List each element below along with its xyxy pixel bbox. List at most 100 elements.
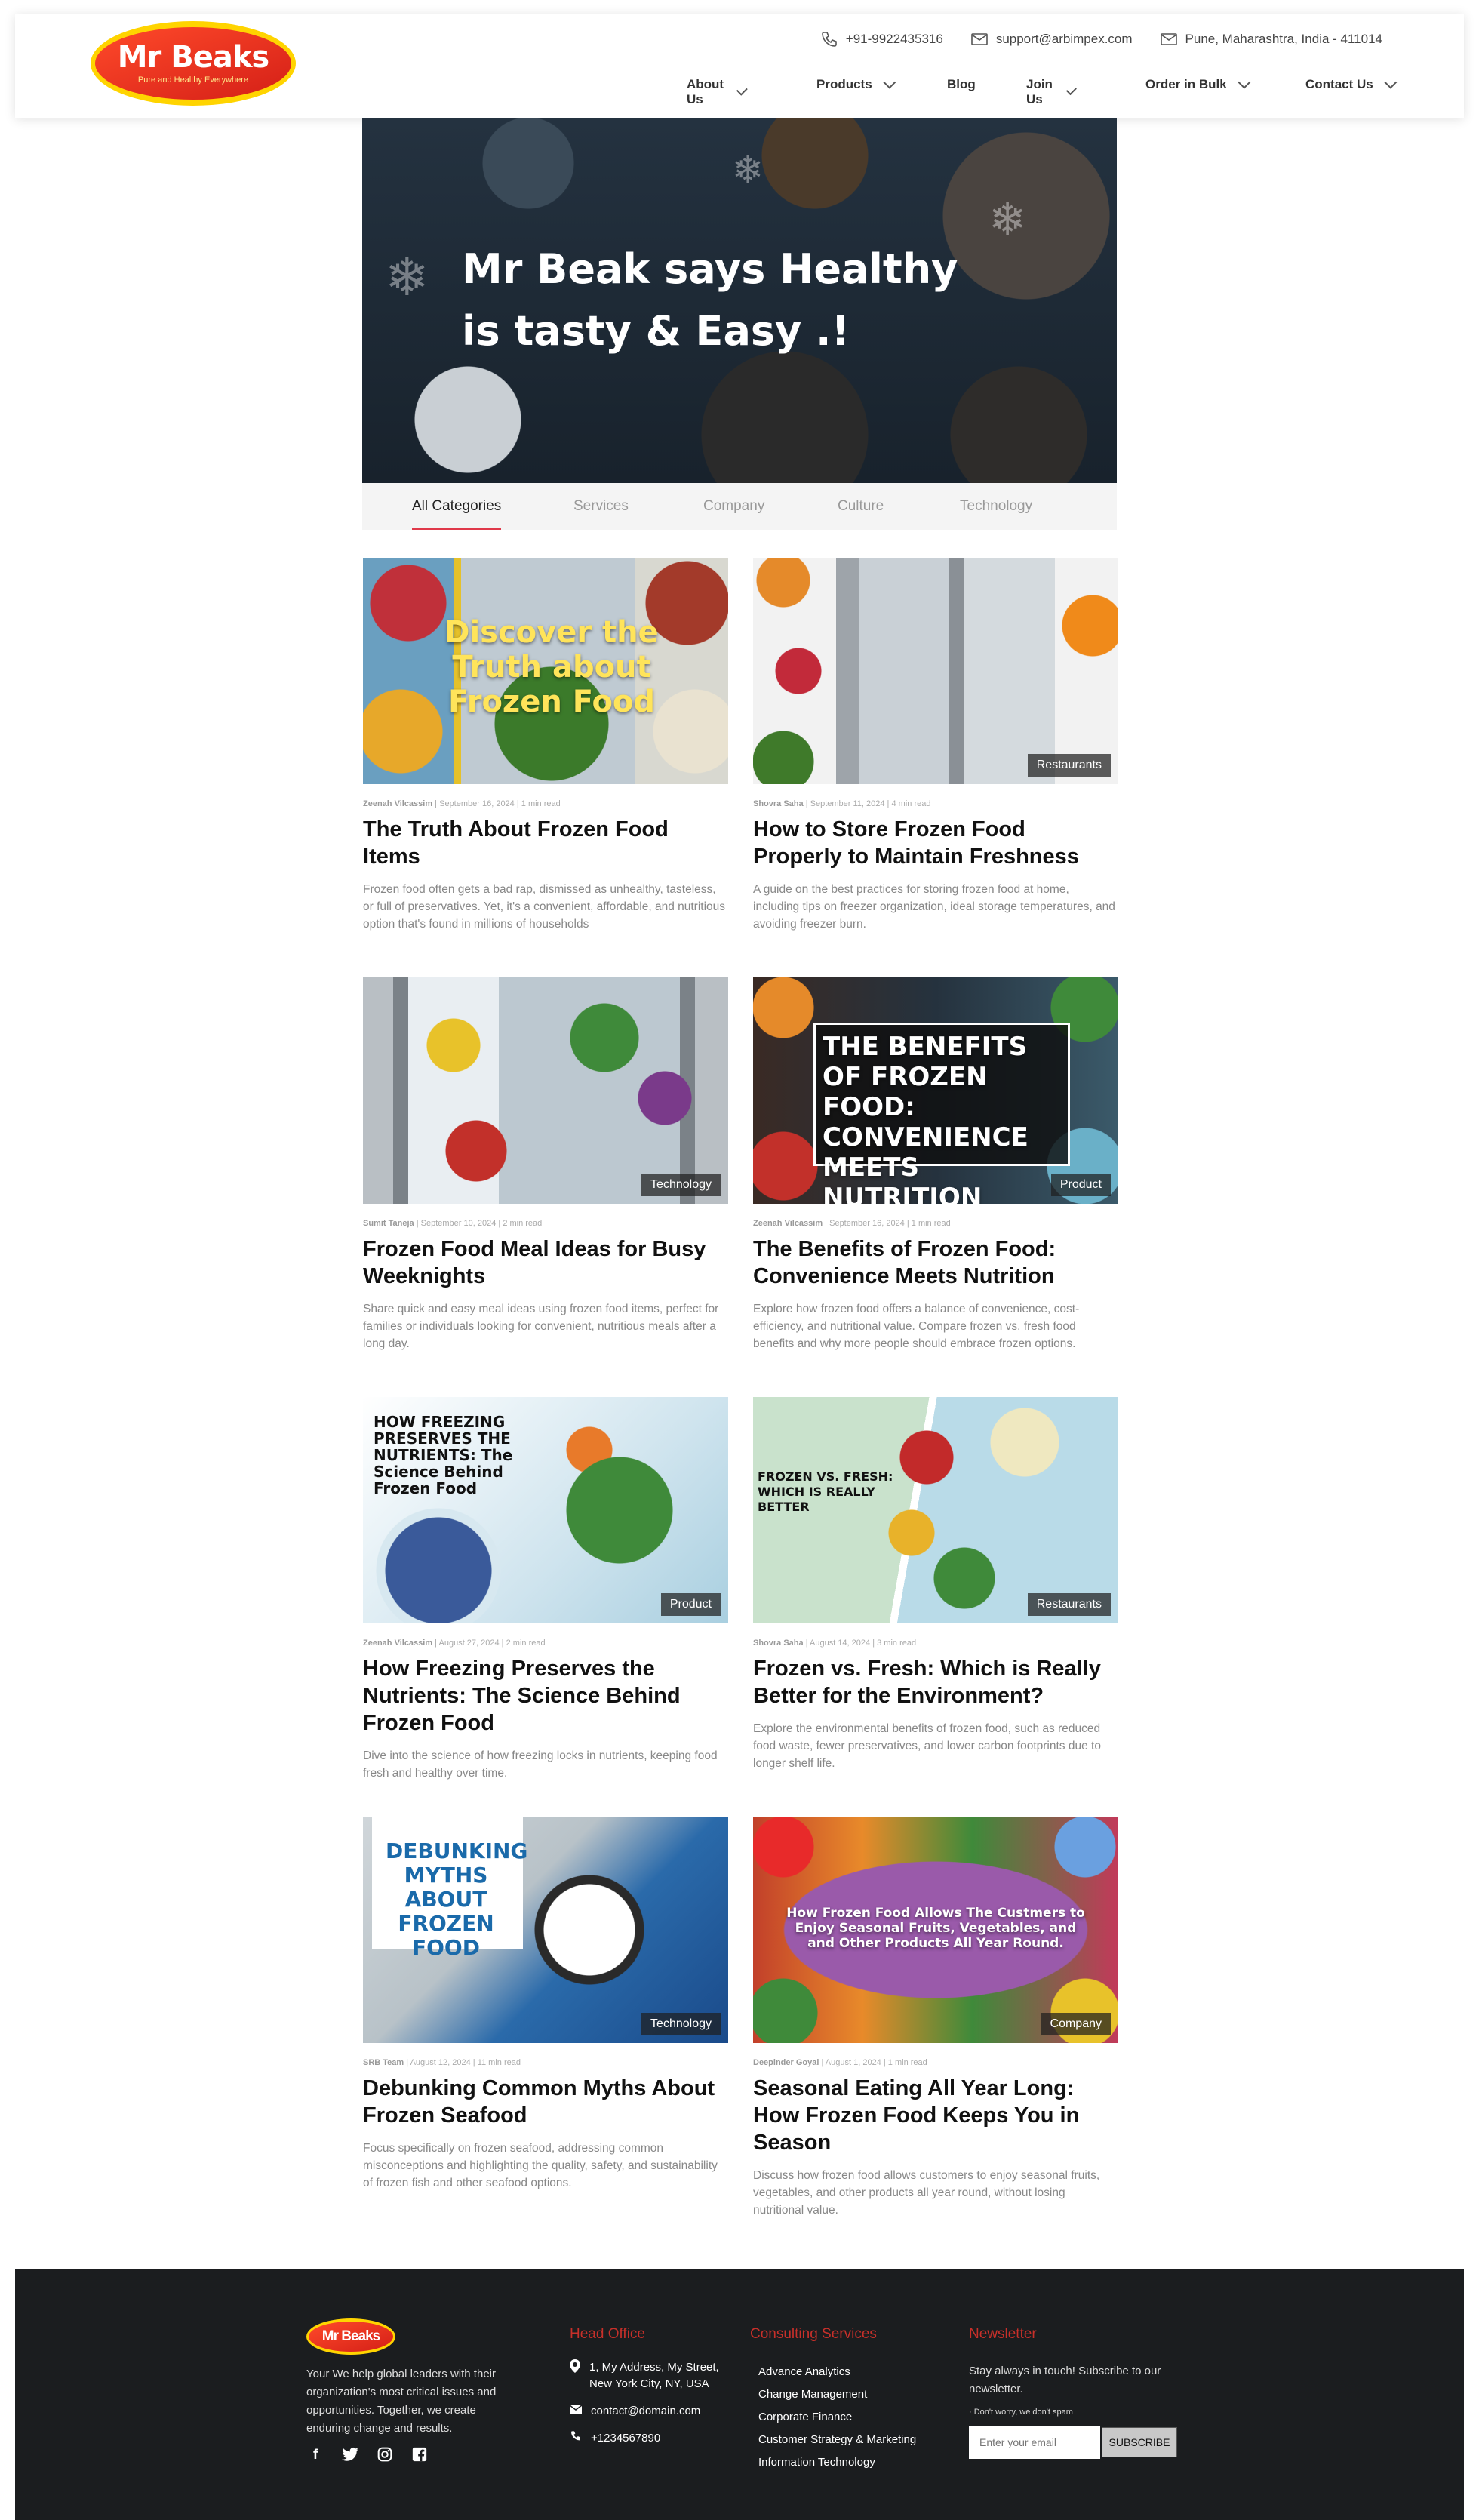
facebook-square-icon[interactable] (410, 2445, 429, 2463)
footer-logo-text: Mr Beaks (309, 2322, 393, 2352)
category-badge[interactable]: Technology (641, 2013, 721, 2035)
nav-products[interactable]: Products (816, 75, 896, 92)
post-read-time: 3 min read (877, 1638, 917, 1648)
post-date: August 27, 2024 (438, 1638, 500, 1648)
post-card[interactable]: THE BENEFITS OF FROZEN FOOD: CONVENIENCE… (753, 977, 1118, 1352)
chevron-down-icon (1384, 75, 1398, 89)
post-read-time: 1 min read (911, 1219, 951, 1228)
post-read-time: 11 min read (477, 2058, 521, 2067)
nav-label: About Us (687, 77, 724, 106)
footer-phone[interactable]: +1234567890 (591, 2430, 660, 2447)
consulting-heading: Consulting Services (750, 2326, 877, 2342)
post-meta: Shovra Saha | August 14, 2024 | 3 min re… (753, 1638, 917, 1648)
phone-text: +91-9922435316 (845, 32, 943, 46)
phone-contact[interactable]: +91-9922435316 (820, 30, 943, 48)
post-author: Shovra Saha (753, 799, 804, 808)
post-meta: Sumit Taneja | September 10, 2024 | 2 mi… (363, 1219, 543, 1228)
chevron-down-icon (1065, 84, 1077, 96)
nav-contact-us[interactable]: Contact Us (1305, 75, 1398, 92)
post-title[interactable]: Frozen vs. Fresh: Which is Really Better… (753, 1655, 1118, 1709)
tab-services[interactable]: Services (573, 483, 629, 530)
post-title[interactable]: The Truth About Frozen Food Items (363, 816, 728, 870)
post-card[interactable]: Discover the Truth about Frozen Food Zee… (363, 558, 728, 933)
post-meta: SRB Team | August 12, 2024 | 11 min read (363, 2058, 521, 2067)
subscribe-button[interactable]: SUBSCRIBE (1102, 2427, 1177, 2457)
nav-order-in-bulk[interactable]: Order in Bulk (1145, 75, 1251, 92)
tab-technology[interactable]: Technology (960, 483, 1032, 530)
nav-about-us[interactable]: About Us (687, 77, 748, 107)
newsletter-email-input[interactable] (969, 2426, 1100, 2459)
nav-label: Products (816, 77, 872, 91)
post-thumbnail[interactable]: HOW FREEZING PRESERVES THE NUTRIENTS: Th… (363, 1397, 728, 1623)
consulting-link[interactable]: Change Management (758, 2383, 955, 2406)
category-badge[interactable]: Restaurants (1027, 1593, 1111, 1616)
post-author: Zeenah Vilcassim (363, 799, 433, 808)
category-badge[interactable]: Product (1050, 1174, 1111, 1196)
post-card[interactable]: How Frozen Food Allows The Custmers to E… (753, 1817, 1118, 2219)
post-read-time: 1 min read (521, 799, 561, 808)
post-read-time: 2 min read (506, 1638, 546, 1648)
post-meta: Zeenah Vilcassim | September 16, 2024 | … (753, 1219, 951, 1228)
twitter-icon[interactable] (341, 2445, 359, 2463)
post-thumbnail[interactable]: FROZEN VS. FRESH: WHICH IS REALLY BETTER… (753, 1397, 1118, 1623)
post-meta: Zeenah Vilcassim | August 27, 2024 | 2 m… (363, 1638, 546, 1648)
post-card[interactable]: Restaurants Shovra Saha | September 11, … (753, 558, 1118, 933)
post-card[interactable]: HOW FREEZING PRESERVES THE NUTRIENTS: Th… (363, 1397, 728, 1782)
post-thumbnail[interactable]: Technology (363, 977, 728, 1204)
post-title[interactable]: How Freezing Preserves the Nutrients: Th… (363, 1655, 728, 1737)
instagram-icon[interactable] (376, 2445, 394, 2463)
footer-address: 1, My Address, My Street, New York City,… (589, 2361, 719, 2390)
post-read-time: 4 min read (891, 799, 931, 808)
post-thumbnail[interactable]: Restaurants (753, 558, 1118, 784)
post-date: September 11, 2024 (810, 799, 885, 808)
category-tabs: All Categories Services Company Culture … (362, 483, 1117, 530)
post-title[interactable]: Frozen Food Meal Ideas for Busy Weeknigh… (363, 1235, 728, 1290)
post-image-caption: HOW FREEZING PRESERVES THE NUTRIENTS: Th… (374, 1413, 513, 1497)
category-badge[interactable]: Technology (641, 1174, 721, 1196)
consulting-link[interactable]: Corporate Finance (758, 2406, 955, 2429)
post-date: September 16, 2024 (829, 1219, 905, 1228)
tab-culture[interactable]: Culture (838, 483, 884, 530)
hero-heading: Mr Beak says Healthy is tasty & Easy .! (462, 245, 958, 355)
post-meta: Zeenah Vilcassim | September 16, 2024 | … (363, 799, 561, 808)
email-text: support@arbimpex.com (995, 32, 1133, 46)
post-title[interactable]: Seasonal Eating All Year Long: How Froze… (753, 2075, 1118, 2156)
category-badge[interactable]: Product (660, 1593, 721, 1616)
post-thumbnail[interactable]: DEBUNKING MYTHS ABOUT FROZEN FOOD Techno… (363, 1817, 728, 2043)
post-thumbnail[interactable]: Discover the Truth about Frozen Food (363, 558, 728, 784)
nav-label: Contact Us (1305, 77, 1373, 91)
consulting-link[interactable]: Advance Analytics (758, 2361, 955, 2383)
consulting-link[interactable]: Information Technology (758, 2451, 955, 2474)
category-badge[interactable]: Restaurants (1027, 754, 1111, 777)
tab-company[interactable]: Company (703, 483, 764, 530)
nav-join-us[interactable]: Join Us (1026, 77, 1077, 107)
post-card[interactable]: FROZEN VS. FRESH: WHICH IS REALLY BETTER… (753, 1397, 1118, 1772)
post-meta: Shovra Saha | September 11, 2024 | 4 min… (753, 799, 931, 808)
consulting-link[interactable]: Customer Strategy & Marketing (758, 2429, 955, 2451)
post-title[interactable]: The Benefits of Frozen Food: Convenience… (753, 1235, 1118, 1290)
post-author: Deepinder Goyal (753, 2058, 819, 2067)
snowflake-icon: ❄ (732, 149, 764, 191)
category-badge[interactable]: Company (1041, 2013, 1111, 2035)
nav-blog[interactable]: Blog (947, 77, 976, 92)
brand-logo[interactable]: Mr Beaks Pure and Healthy Everywhere (91, 21, 296, 106)
facebook-icon[interactable]: f (306, 2445, 324, 2463)
post-meta: Deepinder Goyal | August 1, 2024 | 1 min… (753, 2058, 927, 2067)
logo-name: Mr Beaks (117, 40, 269, 75)
phone-icon (570, 2430, 582, 2448)
newsletter-note-text: Don't worry, we don't spam (973, 2408, 1073, 2417)
tab-all-categories[interactable]: All Categories (412, 483, 502, 530)
post-card[interactable]: DEBUNKING MYTHS ABOUT FROZEN FOOD Techno… (363, 1817, 728, 2192)
post-card[interactable]: Technology Sumit Taneja | September 10, … (363, 977, 728, 1352)
post-excerpt: Focus specifically on frozen seafood, ad… (363, 2142, 718, 2189)
footer-email[interactable]: contact@domain.com (591, 2403, 700, 2420)
footer-logo[interactable]: Mr Beaks (306, 2318, 395, 2355)
post-thumbnail[interactable]: THE BENEFITS OF FROZEN FOOD: CONVENIENCE… (753, 977, 1118, 1204)
post-title[interactable]: How to Store Frozen Food Properly to Mai… (753, 816, 1118, 870)
email-contact[interactable]: support@arbimpex.com (970, 30, 1133, 48)
post-title[interactable]: Debunking Common Myths About Frozen Seaf… (363, 2075, 728, 2129)
mail-icon (971, 33, 988, 45)
snowflake-icon: ❄ (385, 248, 429, 306)
post-author: Shovra Saha (753, 1638, 804, 1648)
post-thumbnail[interactable]: How Frozen Food Allows The Custmers to E… (753, 1817, 1118, 2043)
